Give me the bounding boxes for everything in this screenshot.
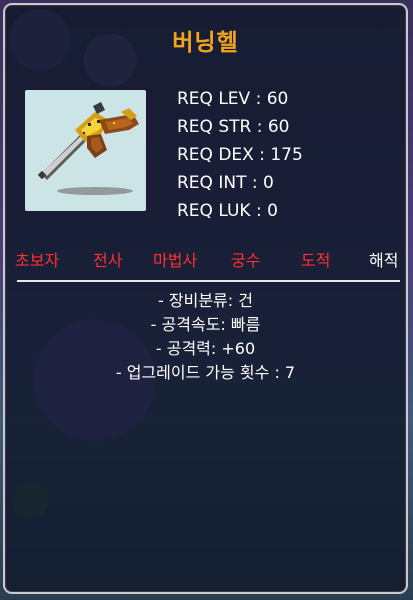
req-int: REQ INT : 0 [177,173,274,193]
job-pirate: 해적 [369,251,399,270]
job-warrior: 전사 [93,251,123,270]
desc-upgrade-slots: - 업그레이드 가능 횟수 : 7 [115,363,296,382]
divider [17,280,400,282]
req-luk: REQ LUK : 0 [177,201,278,221]
job-beginner: 초보자 [15,251,60,270]
desc-attack-power: - 공격력: +60 [155,339,256,358]
item-name: 버닝헬 [172,30,239,56]
job-thief: 도적 [301,251,331,270]
req-level: REQ LEV : 60 [177,89,289,109]
desc-attack-speed: - 공격속도: 빠름 [150,315,261,334]
flintlock-pistol-icon [37,102,139,195]
job-archer: 궁수 [231,251,261,270]
req-str: REQ STR : 60 [177,117,290,137]
job-magician: 마법사 [153,251,198,270]
requirements-list: REQ LEV : 60 REQ STR : 60 REQ DEX : 175 … [177,85,303,225]
req-dex: REQ DEX : 175 [177,145,303,165]
item-tooltip: 버닝헬 REQ LEV : 60 REQ STR: 60 REQ DEX: … [3,3,408,594]
item-icon-frame [25,90,146,211]
job-requirement-row: 초보자 전사 마법사 궁수 도적 해적 [13,247,403,277]
item-description: - 장비분류: 건 - 공격속도: 빠름 - 공격력: +60 - 업그레이드 … [5,289,406,385]
desc-equip-type: - 장비분류: 건 [158,291,253,310]
